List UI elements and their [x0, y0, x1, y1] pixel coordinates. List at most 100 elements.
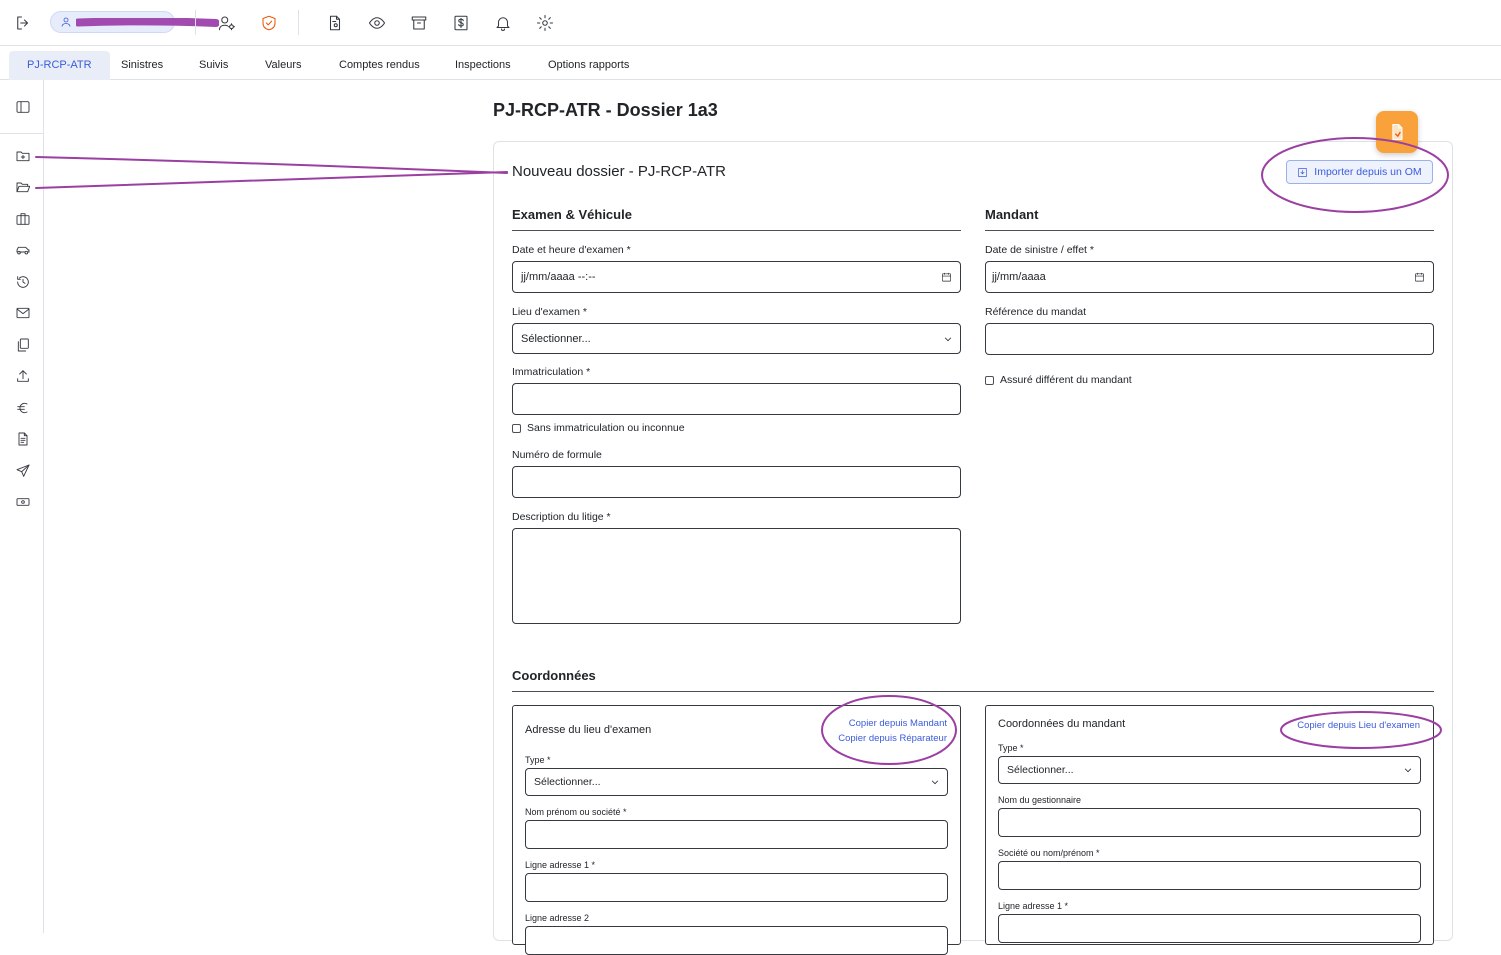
tab-valeurs[interactable]: Valeurs — [247, 51, 319, 80]
adresse-ligne1-input[interactable] — [525, 873, 948, 902]
date-examen-placeholder: jj/mm/aaaa --:-- — [521, 271, 596, 283]
folder-plus-icon[interactable] — [13, 146, 33, 166]
mandant-type-select[interactable]: Sélectionner... — [998, 756, 1421, 784]
toolbar-divider — [195, 10, 196, 35]
redacted-username — [76, 18, 219, 27]
date-sinistre-placeholder: jj/mm/aaaa — [992, 271, 1046, 283]
sidebar-toggle-icon[interactable] — [13, 97, 33, 117]
tab-pj-rcp-atr[interactable]: PJ-RCP-ATR — [9, 51, 110, 80]
immatriculation-label: Immatriculation * — [512, 366, 591, 378]
import-om-button[interactable]: Importer depuis un OM — [1286, 160, 1433, 184]
sidebar — [0, 80, 44, 933]
sans-immat-label: Sans immatriculation ou inconnue — [527, 422, 685, 434]
mandant-type-value: Sélectionner... — [1007, 764, 1074, 776]
page-title: PJ-RCP-ATR - Dossier 1a3 — [493, 100, 718, 120]
gestionnaire-label: Nom du gestionnaire — [998, 795, 1082, 805]
adresse-nom-input[interactable] — [525, 820, 948, 849]
chevron-down-icon — [1403, 765, 1413, 775]
formule-label: Numéro de formule — [512, 449, 602, 461]
description-label: Description du litige * — [512, 511, 611, 523]
logout-icon[interactable] — [11, 11, 35, 35]
section-divider — [985, 230, 1434, 231]
form-title: Nouveau dossier - PJ-RCP-ATR — [512, 163, 726, 180]
copy-from-mandant-link[interactable]: Copier depuis Mandant — [849, 718, 947, 729]
copy-icon[interactable] — [13, 335, 33, 355]
user-menu[interactable] — [50, 11, 219, 33]
mandant-ligne1-label: Ligne adresse 1 * — [998, 901, 1069, 911]
societe-label: Société ou nom/prénom * — [998, 848, 1100, 858]
adresse-nom-label: Nom prénom ou société * — [525, 807, 627, 817]
top-toolbar — [0, 0, 1501, 46]
section-title-coordonnees: Coordonnées — [512, 668, 596, 683]
reference-mandat-label: Référence du mandat — [985, 306, 1086, 318]
document-icon — [1387, 122, 1407, 142]
adresse-ligne1-label: Ligne adresse 1 * — [525, 860, 596, 870]
description-textarea[interactable] — [512, 528, 961, 624]
lieu-examen-select[interactable]: Sélectionner... — [512, 323, 961, 354]
immatriculation-input[interactable] — [512, 383, 961, 415]
user-settings-icon[interactable] — [215, 11, 239, 35]
coord-mandant-title: Coordonnées du mandant — [998, 718, 1126, 730]
tab-options-rapports[interactable]: Options rapports — [530, 51, 647, 80]
annotation-line — [35, 171, 508, 189]
user-icon — [60, 15, 74, 29]
send-icon[interactable] — [13, 461, 33, 481]
adresse-lieu-title: Adresse du lieu d'examen — [525, 724, 652, 736]
date-examen-input[interactable]: jj/mm/aaaa --:-- — [512, 261, 961, 293]
calendar-icon[interactable] — [941, 272, 952, 283]
dollar-file-icon[interactable] — [449, 11, 473, 35]
societe-input[interactable] — [998, 861, 1421, 890]
tab-inspections[interactable]: Inspections — [437, 51, 529, 80]
adresse-ligne2-input[interactable] — [525, 926, 948, 955]
document-settings-icon[interactable] — [323, 11, 347, 35]
cash-icon[interactable] — [13, 492, 33, 512]
tab-sinistres[interactable]: Sinistres — [103, 51, 181, 80]
eye-icon[interactable] — [365, 11, 389, 35]
toolbar-divider — [298, 10, 299, 35]
floating-report-button[interactable] — [1376, 111, 1418, 153]
gear-icon[interactable] — [533, 11, 557, 35]
tab-suivis[interactable]: Suivis — [181, 51, 246, 80]
history-icon[interactable] — [13, 272, 33, 292]
copy-from-lieu-link[interactable]: Copier depuis Lieu d'examen — [1297, 720, 1420, 731]
adresse-type-select[interactable]: Sélectionner... — [525, 768, 948, 796]
annotation-line — [35, 156, 508, 174]
sidebar-divider — [0, 133, 44, 134]
tab-comptes-rendus[interactable]: Comptes rendus — [321, 51, 438, 80]
briefcase-icon[interactable] — [13, 209, 33, 229]
section-divider — [512, 230, 961, 231]
section-divider — [512, 691, 1434, 692]
section-title-mandant: Mandant — [985, 207, 1039, 222]
shield-check-icon[interactable] — [257, 11, 281, 35]
adresse-ligne2-label: Ligne adresse 2 — [525, 913, 590, 923]
file-text-icon[interactable] — [13, 429, 33, 449]
euro-icon[interactable] — [13, 398, 33, 418]
lieu-examen-value: Sélectionner... — [521, 332, 591, 345]
reference-mandat-input[interactable] — [985, 323, 1434, 355]
assure-different-checkbox[interactable] — [985, 376, 994, 385]
formule-input[interactable] — [512, 466, 961, 498]
mandant-type-label: Type * — [998, 743, 1024, 753]
mandant-ligne1-input[interactable] — [998, 914, 1421, 943]
section-title-examen: Examen & Véhicule — [512, 207, 632, 222]
chevron-down-icon — [943, 334, 953, 344]
download-icon — [1297, 167, 1308, 178]
folder-open-icon[interactable] — [13, 177, 33, 197]
date-examen-label: Date et heure d'examen * — [512, 244, 631, 256]
lieu-examen-label: Lieu d'examen * — [512, 306, 587, 318]
adresse-type-value: Sélectionner... — [534, 776, 601, 788]
bell-icon[interactable] — [491, 11, 515, 35]
date-sinistre-label: Date de sinistre / effet * — [985, 244, 1094, 256]
mail-icon[interactable] — [13, 303, 33, 323]
copy-from-reparateur-link[interactable]: Copier depuis Réparateur — [838, 733, 947, 744]
chevron-down-icon — [930, 777, 940, 787]
calendar-icon[interactable] — [1414, 272, 1425, 283]
import-om-label: Importer depuis un OM — [1314, 166, 1422, 178]
assure-different-label: Assuré différent du mandant — [1000, 374, 1132, 386]
gestionnaire-input[interactable] — [998, 808, 1421, 837]
date-sinistre-input[interactable]: jj/mm/aaaa — [985, 261, 1434, 293]
sans-immat-checkbox[interactable] — [512, 424, 521, 433]
upload-icon[interactable] — [13, 366, 33, 386]
archive-icon[interactable] — [407, 11, 431, 35]
car-icon[interactable] — [13, 240, 33, 260]
